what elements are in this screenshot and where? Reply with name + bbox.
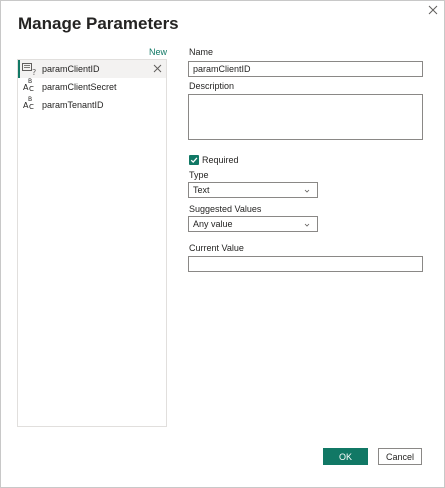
parameter-item-paramtenantid[interactable]: A B C paramTenantID: [18, 96, 166, 114]
close-button[interactable]: [426, 3, 440, 17]
type-dropdown-value: Text: [193, 185, 210, 195]
checkmark-icon: [190, 157, 198, 164]
parameter-item-label: paramTenantID: [42, 100, 104, 110]
description-label: Description: [189, 81, 235, 91]
chevron-down-icon: [304, 223, 310, 227]
suggested-values-dropdown-value: Any value: [193, 219, 233, 229]
current-value-field[interactable]: [188, 256, 423, 272]
text-type-abc-icon: A B C: [23, 96, 34, 111]
parameter-item-label: paramClientID: [42, 64, 100, 74]
description-field[interactable]: [188, 94, 423, 140]
parameter-list: ? paramClientID A B C paramClientSecret …: [17, 59, 167, 427]
required-checkbox[interactable]: [189, 155, 199, 165]
suggested-values-label: Suggested Values: [189, 204, 262, 214]
parameter-item-label: paramClientSecret: [42, 82, 117, 92]
cancel-button[interactable]: Cancel: [378, 448, 422, 465]
text-type-abc-icon: A B C: [23, 78, 34, 93]
new-parameter-link[interactable]: New: [149, 47, 167, 57]
name-field-value: paramClientID: [193, 64, 251, 74]
svg-text:?: ?: [32, 68, 36, 76]
name-field[interactable]: paramClientID: [188, 61, 423, 77]
dialog-title: Manage Parameters: [18, 14, 179, 33]
remove-parameter-button[interactable]: [152, 63, 163, 74]
close-icon: [153, 64, 162, 73]
current-value-label: Current Value: [189, 243, 244, 253]
ok-button[interactable]: OK: [323, 448, 368, 465]
chevron-down-icon: [304, 189, 310, 193]
parameter-item-paramclientsecret[interactable]: A B C paramClientSecret: [18, 78, 166, 96]
close-icon: [428, 5, 438, 15]
suggested-values-dropdown[interactable]: Any value: [188, 216, 318, 232]
required-label: Required: [202, 155, 239, 165]
name-label: Name: [189, 47, 214, 57]
manage-parameters-dialog: Manage Parameters New ? paramClientID A: [0, 0, 445, 488]
any-type-parameter-icon: ?: [22, 62, 38, 76]
type-dropdown[interactable]: Text: [188, 182, 318, 198]
type-label: Type: [189, 170, 209, 180]
parameter-item-paramclientid[interactable]: ? paramClientID: [18, 60, 166, 78]
